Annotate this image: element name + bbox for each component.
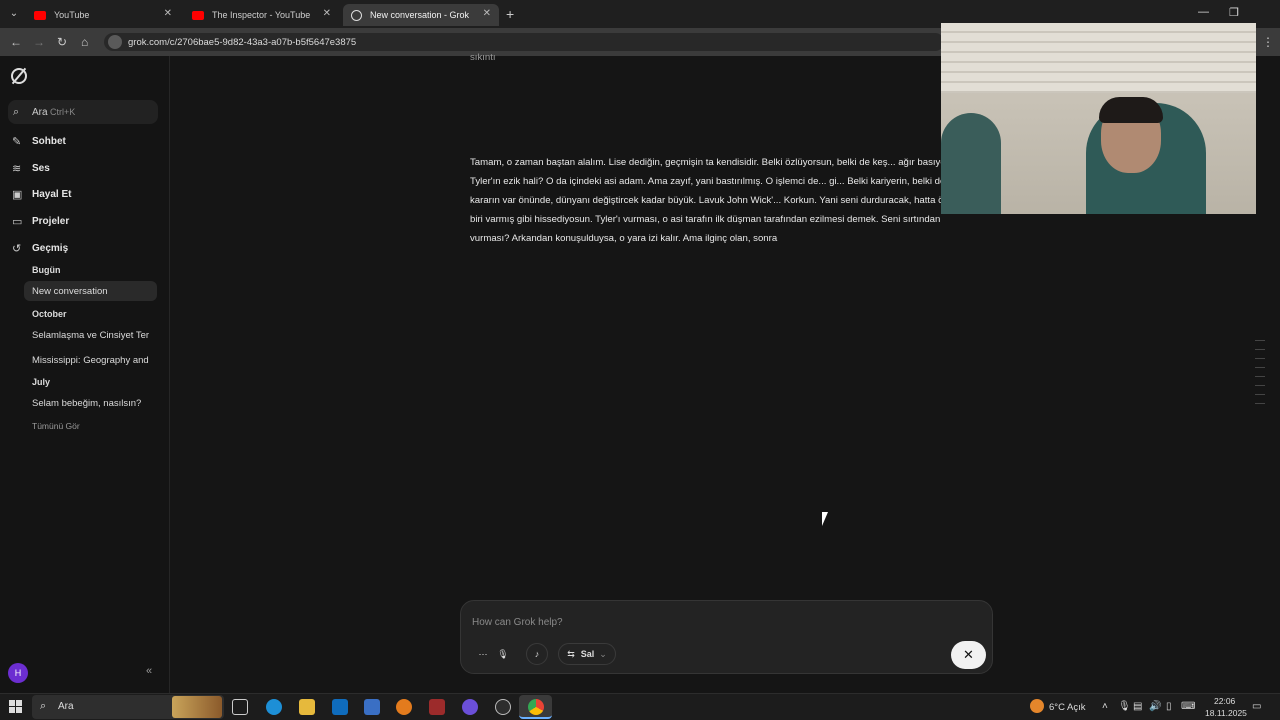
clock-time[interactable]: 22:06 [1214, 696, 1235, 706]
search-icon: ⌕ [13, 106, 20, 118]
youtube-icon [192, 10, 204, 20]
attach-icon[interactable]: ⋯ [472, 643, 494, 665]
chevron-up-icon[interactable]: ˄ [1102, 701, 1108, 712]
sidebar-item-ses[interactable]: Ses [32, 163, 50, 174]
history-section-today: Bugün [32, 265, 61, 275]
waveform-icon: ≋ [12, 163, 22, 175]
clock-date[interactable]: 18.11.2025 [1205, 708, 1247, 718]
youtube-icon [34, 10, 46, 20]
webcam-person-hair [1099, 97, 1163, 123]
chrome-icon[interactable] [528, 699, 544, 715]
browser-menu-icon[interactable]: ⋮ [1262, 35, 1274, 49]
new-tab-button[interactable]: + [506, 6, 514, 22]
grok-logo-icon[interactable] [11, 68, 27, 84]
avatar[interactable]: H [8, 663, 28, 683]
history-item[interactable]: Mississippi: Geography and [32, 355, 154, 366]
microphone-icon[interactable]: 🎙 [1118, 701, 1131, 712]
taskbar-search-label: Ara [58, 701, 74, 712]
mic-icon[interactable]: 🎙 [494, 643, 512, 665]
task-view-icon[interactable] [232, 699, 248, 715]
tab-search-button[interactable]: ⌄ [6, 6, 22, 22]
search-button[interactable] [8, 100, 158, 124]
webcam-ceiling [941, 23, 1256, 93]
tune-icon: ⇆ [567, 648, 575, 659]
close-icon[interactable]: ✕ [323, 8, 331, 19]
reload-icon[interactable]: ↻ [57, 35, 67, 49]
minimize-icon[interactable]: — [1198, 6, 1209, 18]
weather-icon[interactable] [1030, 699, 1044, 713]
grok-icon [351, 9, 362, 21]
discord-icon[interactable] [462, 699, 478, 715]
search-highlight-icon[interactable] [172, 696, 222, 718]
webcam-background-person [941, 113, 1001, 214]
clipped-message-text: sıkıntı [470, 52, 496, 60]
chevron-down-icon: ⌄ [599, 648, 607, 659]
forward-icon[interactable]: → [33, 35, 45, 49]
mouse-cursor-icon [822, 512, 834, 526]
tab-grok[interactable]: New conversation - Grok ✕ [343, 4, 499, 26]
outlook-icon[interactable] [332, 699, 348, 715]
network-icon[interactable]: ▤ [1133, 701, 1142, 712]
chatgpt-icon[interactable] [495, 699, 511, 715]
maximize-icon[interactable]: ❐ [1229, 6, 1239, 19]
edit-icon: ✎ [12, 136, 22, 148]
home-icon[interactable]: ⌂ [81, 35, 88, 49]
tab-youtube[interactable]: YouTube ✕ [26, 4, 180, 26]
site-info-icon[interactable] [108, 35, 122, 49]
history-section-october: October [32, 309, 67, 319]
close-icon[interactable]: ✕ [164, 8, 172, 19]
search-label: Ara [32, 107, 48, 118]
voice-mode-icon[interactable]: ♪ [526, 643, 548, 665]
sidebar-item-sohbet[interactable]: Sohbet [32, 136, 66, 147]
image-icon: ▣ [12, 189, 23, 201]
history-item[interactable]: Selamlaşma ve Cinsiyet Ter [32, 330, 154, 341]
assistant-message: Tamam, o zaman baştan alalım. Lise dediğ… [470, 157, 980, 244]
winrar-icon[interactable] [429, 699, 445, 715]
tab-title: The Inspector - YouTube [212, 10, 311, 20]
file-explorer-icon[interactable] [299, 699, 315, 715]
see-all-link[interactable]: Tümünü Gör [32, 421, 80, 431]
history-section-july: July [32, 377, 51, 387]
sidebar [0, 56, 170, 693]
edge-icon[interactable] [266, 699, 282, 715]
tab-title: New conversation - Grok [370, 10, 470, 20]
search-shortcut: Ctrl+K [50, 107, 76, 117]
volume-icon[interactable]: 🔊 [1149, 701, 1161, 712]
scroll-indicator[interactable] [1255, 340, 1265, 410]
battery-icon[interactable]: ▯ [1166, 701, 1172, 712]
keyboard-icon[interactable]: ⌨ [1181, 701, 1195, 712]
url-text[interactable]: grok.com/c/2706bae5-9d82-43a3-a07b-b5f56… [128, 37, 356, 48]
notifications-icon[interactable]: ▭ [1252, 701, 1261, 712]
sidebar-item-projeler[interactable]: Projeler [32, 216, 69, 227]
search-icon: ⌕ [40, 700, 47, 712]
folder-icon: ▭ [12, 216, 23, 228]
start-icon[interactable] [9, 700, 22, 713]
store-icon[interactable] [364, 699, 380, 715]
tab-inspector[interactable]: The Inspector - YouTube ✕ [184, 4, 339, 26]
model-label: Sal [580, 649, 595, 659]
prompt-input[interactable] [472, 614, 922, 630]
close-icon[interactable]: ✕ [483, 8, 491, 19]
tab-title: YouTube [54, 10, 90, 20]
collapse-sidebar-icon[interactable]: « [146, 665, 152, 677]
stop-button[interactable]: ✕ [951, 641, 986, 669]
weather-text[interactable]: 6°C Açık [1049, 702, 1086, 713]
webcam-overlay [941, 23, 1256, 214]
back-icon[interactable]: ← [10, 35, 22, 49]
history-icon: ↺ [12, 243, 22, 255]
fruity-loops-icon[interactable] [396, 699, 412, 715]
history-item[interactable]: New conversation [32, 286, 108, 297]
sidebar-item-hayal-et[interactable]: Hayal Et [32, 189, 71, 200]
history-item[interactable]: Selam bebeğim, nasılsın? [32, 398, 141, 409]
sidebar-item-gecmis[interactable]: Geçmiş [32, 243, 68, 254]
model-selector[interactable]: ⇆ Sal ⌄ [558, 643, 616, 665]
